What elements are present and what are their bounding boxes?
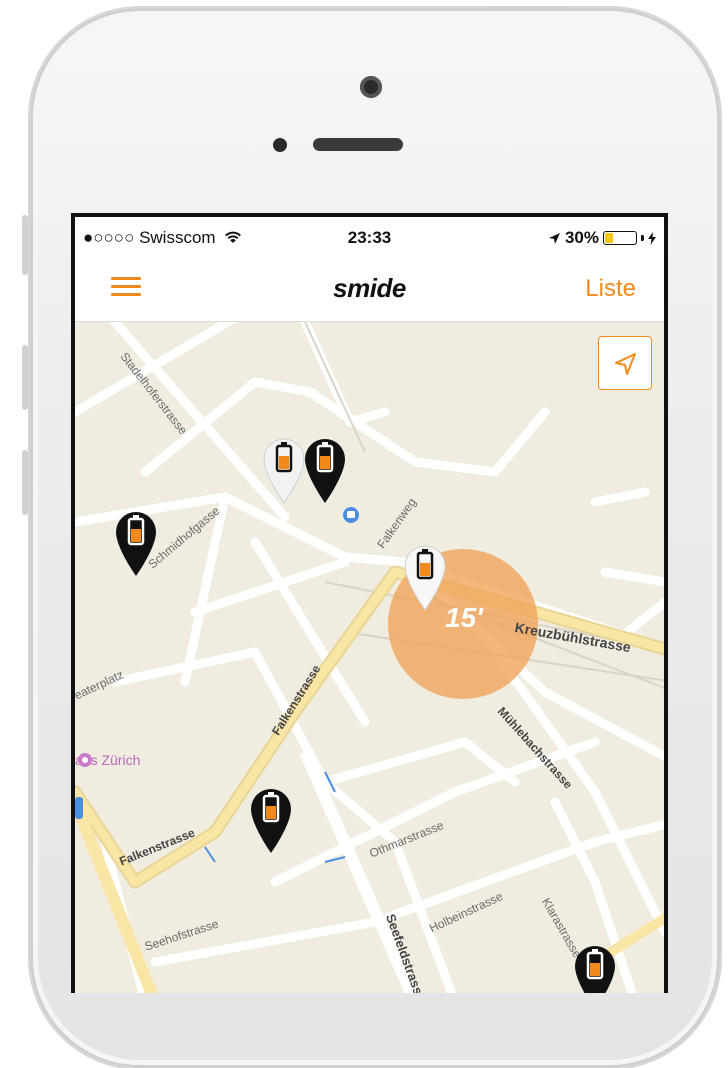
navigation-bar: smide Liste <box>75 257 664 322</box>
status-right: 30% <box>548 228 656 248</box>
mute-switch <box>22 215 28 275</box>
status-bar: ●○○○○ Swisscom 23:33 30% <box>75 217 664 257</box>
phone-screen: ●○○○○ Swisscom 23:33 30% smide Liste Sta… <box>71 213 668 993</box>
theater-icon <box>78 753 92 767</box>
locate-me-button[interactable] <box>598 336 652 390</box>
battery-percent: 30% <box>564 228 599 247</box>
map-roads <box>75 322 664 993</box>
front-camera <box>360 76 382 98</box>
bike-pin-black-4[interactable] <box>571 944 619 993</box>
volume-up-button <box>22 345 28 410</box>
battery-icon <box>603 231 637 245</box>
power-button <box>490 6 565 11</box>
walk-time-label: 15' <box>445 602 483 633</box>
app-logo: smide <box>333 273 406 303</box>
app-screen: ●○○○○ Swisscom 23:33 30% smide Liste Sta… <box>75 217 664 993</box>
list-view-button[interactable]: Liste <box>585 275 636 303</box>
battery-tip <box>641 235 644 241</box>
battery-level <box>605 233 613 243</box>
bike-pin-black-1[interactable] <box>301 437 349 505</box>
bike-pin-black-2[interactable] <box>112 510 160 578</box>
location-arrow-status-icon <box>548 232 560 244</box>
lightning-bolt-icon <box>648 231 656 245</box>
proximity-sensor <box>273 138 287 152</box>
bike-pin-black-3[interactable] <box>247 787 295 855</box>
location-arrow-icon <box>615 353 636 375</box>
poi-label[interactable]: aus Zürich <box>75 752 140 768</box>
volume-down-button <box>22 450 28 515</box>
earpiece-speaker <box>313 138 403 151</box>
bike-pin-white-selected[interactable] <box>401 544 449 612</box>
map-view[interactable]: Stadelhoferstrasse Schmidhofgasse Falken… <box>75 322 664 993</box>
